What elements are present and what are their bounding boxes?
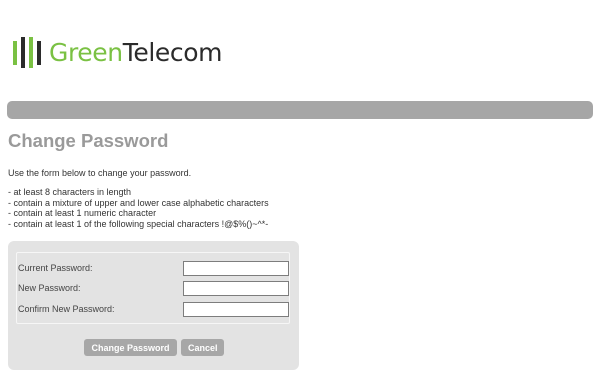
- current-password-input[interactable]: [183, 261, 289, 276]
- new-password-row: New Password:: [18, 281, 289, 296]
- logo-bar: [37, 40, 41, 65]
- password-rule: - contain at least 1 numeric character: [8, 208, 157, 218]
- new-password-input[interactable]: [183, 281, 289, 296]
- password-rule: - contain at least 1 of the following sp…: [8, 218, 269, 229]
- confirm-password-label: Confirm New Password:: [18, 304, 115, 314]
- navigation-bar: [7, 101, 593, 119]
- logo-wordmark-dark: Telecom: [122, 38, 223, 67]
- page-title: Change Password: [8, 130, 169, 151]
- current-password-label: Current Password:: [18, 263, 93, 273]
- confirm-password-input[interactable]: [183, 302, 289, 317]
- logo-bar: [13, 40, 17, 65]
- logo-bar: [21, 37, 25, 68]
- form-buttons: Change Password Cancel: [8, 339, 299, 356]
- cancel-button[interactable]: Cancel: [181, 339, 224, 356]
- password-rule: - contain a mixture of upper and lower c…: [8, 197, 269, 208]
- new-password-label: New Password:: [18, 283, 81, 293]
- change-password-form: Current Password: New Password: Confirm …: [8, 241, 299, 370]
- logo-wordmark: GreenTelecom: [49, 40, 222, 65]
- change-password-button[interactable]: Change Password: [84, 339, 177, 356]
- logo-wordmark-green: Green: [49, 38, 123, 67]
- intro-text: Use the form below to change your passwo…: [8, 168, 192, 178]
- password-rule: - at least 8 characters in length: [8, 187, 132, 197]
- current-password-row: Current Password:: [18, 261, 289, 276]
- password-rules-list: - at least 8 characters in length - cont…: [8, 187, 269, 229]
- confirm-password-row: Confirm New Password:: [18, 302, 289, 317]
- logo: GreenTelecom: [13, 37, 222, 68]
- logo-bars-icon: [13, 37, 41, 68]
- logo-bar: [29, 37, 33, 68]
